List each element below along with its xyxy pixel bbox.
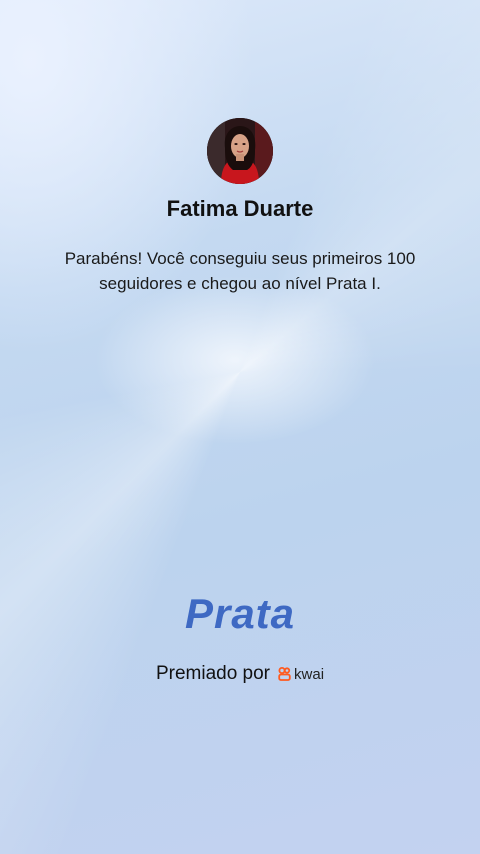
kwai-brand-text: kwai bbox=[294, 665, 325, 683]
awarded-by-row: Premiado por kwai bbox=[0, 663, 480, 685]
profile-name: Fatima Duarte bbox=[166, 196, 314, 221]
level-title: Prata bbox=[184, 590, 296, 637]
kwai-logo: kwai bbox=[278, 666, 324, 683]
kwai-logo-icon bbox=[278, 667, 291, 681]
awarded-by-label: Premiado por bbox=[155, 663, 271, 684]
congratulations-message: Parabéns! Você conseguiu seus primeiros … bbox=[64, 249, 416, 293]
avatar bbox=[207, 118, 273, 184]
